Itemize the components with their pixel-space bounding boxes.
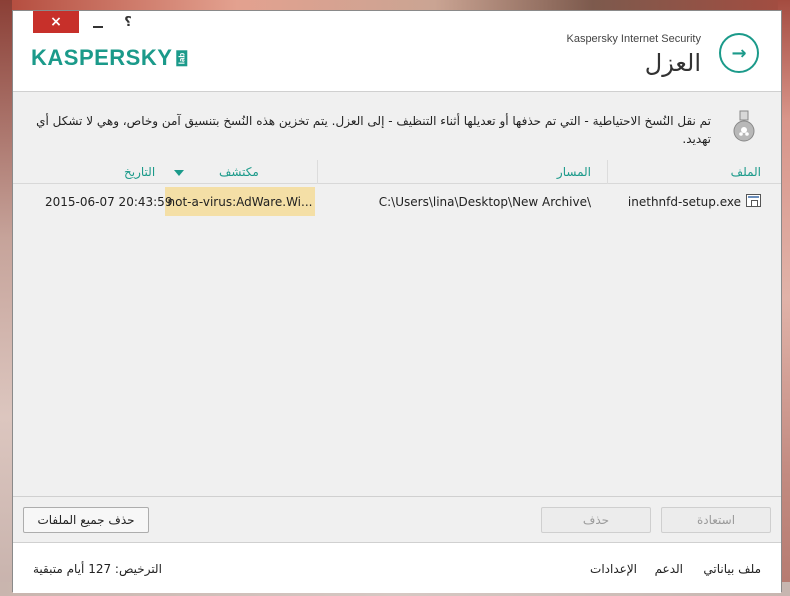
quarantine-flask-icon	[733, 110, 755, 142]
column-header-date[interactable]: التاريخ	[124, 165, 155, 179]
column-divider[interactable]	[317, 160, 318, 184]
table-header: الملف المسار مكتشف التاريخ	[13, 160, 781, 184]
logo-lab-badge: lab	[176, 50, 188, 66]
window-header: × ؟ KASPERSKY lab Kaspersky Internet Sec…	[13, 11, 781, 91]
action-bar: استعادة حذف حذف جميع الملفات	[13, 496, 781, 542]
cell-detected-text: not-a-virus:AdWare.Wi...	[167, 194, 313, 209]
kaspersky-logo: KASPERSKY lab	[31, 45, 190, 71]
window-help-button[interactable]: ؟	[117, 11, 139, 33]
sort-descending-icon[interactable]	[174, 170, 184, 176]
cell-detected: not-a-virus:AdWare.Wi...	[165, 187, 315, 216]
help-icon: ؟	[124, 14, 132, 30]
restore-button-label: استعادة	[696, 513, 736, 527]
delete-button-label: حذف	[582, 513, 610, 527]
delete-all-files-button[interactable]: حذف جميع الملفات	[23, 507, 149, 533]
app-name: Kaspersky Internet Security	[566, 33, 701, 45]
cell-path: C:\Users\lina\Desktop\New Archive\	[378, 195, 591, 209]
table-row[interactable]: inethnfd-setup.exe C:\Users\lina\Desktop…	[13, 187, 781, 217]
delete-all-files-button-label: حذف جميع الملفات	[37, 513, 135, 527]
logo-text: KASPERSKY	[31, 45, 173, 70]
close-icon: ×	[50, 14, 62, 30]
arrow-right-icon: →	[731, 42, 747, 64]
back-button[interactable]: →	[719, 33, 759, 73]
minimize-icon	[93, 26, 103, 28]
desktop-background-left	[0, 0, 12, 596]
column-divider[interactable]	[607, 160, 608, 184]
restore-button[interactable]: استعادة	[661, 507, 771, 533]
cell-date: 2015-06-07 20:43:59	[45, 195, 173, 209]
footer: ملف بياناتي الدعم الإعدادات الترخيص: 127…	[13, 542, 781, 593]
quarantine-window: × ؟ KASPERSKY lab Kaspersky Internet Sec…	[12, 10, 782, 593]
my-profile-link[interactable]: ملف بياناتي	[703, 562, 761, 576]
page-title: العزل	[644, 49, 701, 77]
window-close-button[interactable]: ×	[33, 11, 79, 33]
file-icon	[746, 194, 761, 207]
column-header-detected[interactable]: مكتشف	[219, 165, 259, 179]
header-titles: Kaspersky Internet Security العزل	[566, 33, 701, 77]
delete-button[interactable]: حذف	[541, 507, 651, 533]
column-header-path[interactable]: المسار	[557, 165, 591, 179]
support-link[interactable]: الدعم	[655, 562, 683, 576]
info-banner: تم نقل النُسخ الاحتياطية - التي تم حذفها…	[13, 92, 781, 156]
quarantine-content: تم نقل النُسخ الاحتياطية - التي تم حذفها…	[13, 91, 781, 496]
column-header-file[interactable]: الملف	[731, 165, 761, 179]
cell-file: inethnfd-setup.exe	[627, 195, 741, 209]
info-text: تم نقل النُسخ الاحتياطية - التي تم حذفها…	[36, 114, 711, 146]
settings-link[interactable]: الإعدادات	[590, 562, 637, 576]
window-minimize-button[interactable]	[87, 11, 109, 33]
license-status[interactable]: الترخيص: 127 أيام متبقية	[33, 562, 162, 576]
